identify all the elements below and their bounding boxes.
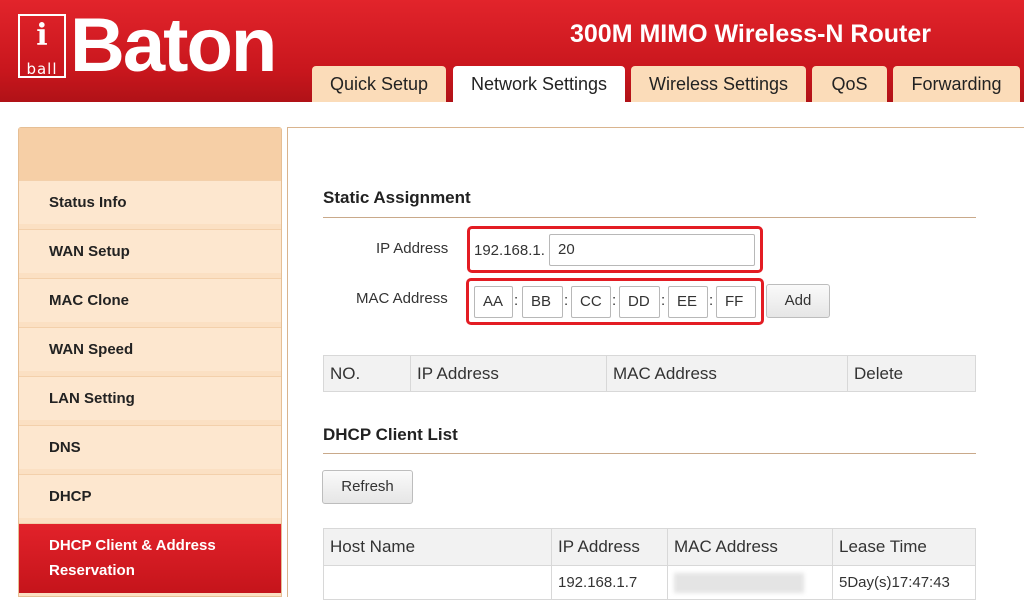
mac-octet-4-input[interactable]: DD — [619, 286, 660, 318]
logo-mark: i ball — [18, 14, 66, 78]
table-header-row: NO. IP Address MAC Address Delete — [323, 355, 976, 392]
column-header: NO. — [323, 355, 411, 392]
sidebar-item-dhcp[interactable]: DHCP — [19, 474, 281, 518]
ip-address-cell: 192.168.1.7 — [551, 565, 668, 600]
registered-mark: ® — [262, 34, 271, 46]
sidebar-header — [19, 128, 281, 180]
refresh-button[interactable]: Refresh — [322, 470, 413, 504]
lease-time-cell: 5Day(s)17:47:43 — [832, 565, 976, 600]
column-header: MAC Address — [667, 528, 833, 566]
table-header-row: Host Name IP Address MAC Address Lease T… — [323, 528, 976, 566]
ip-address-label: IP Address — [376, 240, 449, 257]
tab-qos[interactable]: QoS — [812, 66, 887, 102]
ip-prefix: 192.168.1. — [474, 242, 545, 259]
mac-octet-1-input[interactable]: AA — [474, 286, 513, 318]
section-divider — [323, 217, 976, 218]
mac-octet-2-input[interactable]: BB — [522, 286, 563, 318]
host-name-cell — [323, 565, 552, 600]
column-header: Delete — [847, 355, 976, 392]
sidebar-item-mac-clone[interactable]: MAC Clone — [19, 278, 281, 322]
dhcp-client-table: Host Name IP Address MAC Address Lease T… — [323, 528, 976, 600]
mac-separator: : — [612, 292, 617, 309]
mac-separator: : — [661, 292, 666, 309]
logo-i: i — [36, 18, 48, 53]
column-header: Lease Time — [832, 528, 976, 566]
section-divider — [323, 453, 976, 454]
ip-last-octet-input[interactable]: 20 — [549, 234, 755, 266]
tab-network-settings[interactable]: Network Settings — [453, 66, 625, 102]
sidebar-item-wan-setup[interactable]: WAN Setup — [19, 229, 281, 273]
mac-address-label: MAC Address — [356, 290, 448, 307]
logo-ball: ball — [26, 60, 58, 78]
tab-wireless-settings[interactable]: Wireless Settings — [631, 66, 806, 102]
mac-octet-5-input[interactable]: EE — [668, 286, 708, 318]
product-title: 300M MIMO Wireless-N Router — [570, 20, 931, 48]
sidebar-item-wan-speed[interactable]: WAN Speed — [19, 327, 281, 371]
tab-quick-setup[interactable]: Quick Setup — [312, 66, 446, 102]
column-header: IP Address — [410, 355, 607, 392]
sidebar-item-dns[interactable]: DNS — [19, 425, 281, 469]
column-header: Host Name — [323, 528, 552, 566]
sidebar-item-status-info[interactable]: Status Info — [19, 180, 281, 224]
add-button[interactable]: Add — [766, 284, 830, 318]
column-header: IP Address — [551, 528, 668, 566]
mac-octet-3-input[interactable]: CC — [571, 286, 611, 318]
sidebar-item-lan-setting[interactable]: LAN Setting — [19, 376, 281, 420]
dhcp-client-list-title: DHCP Client List — [323, 425, 458, 444]
mac-separator: : — [709, 292, 714, 309]
column-header: MAC Address — [606, 355, 848, 392]
mac-octet-6-input[interactable]: FF — [716, 286, 756, 318]
static-assignment-title: Static Assignment — [323, 188, 471, 207]
redacted-mac — [674, 572, 804, 593]
tab-forwarding[interactable]: Forwarding — [893, 66, 1020, 102]
sidebar-item-dhcp-client-reservation[interactable]: DHCP Client & Address Reservation — [19, 523, 281, 593]
reservation-table: NO. IP Address MAC Address Delete — [323, 355, 976, 392]
logo-wordmark: Baton — [70, 3, 277, 88]
mac-separator: : — [564, 292, 569, 309]
table-row: 192.168.1.7 5Day(s)17:47:43 — [323, 565, 976, 600]
mac-separator: : — [514, 292, 519, 309]
header-bar: i ball Baton ® 300M MIMO Wireless-N Rout… — [0, 0, 1024, 102]
mac-address-cell — [667, 565, 833, 600]
sidebar: Status Info WAN Setup MAC Clone WAN Spee… — [18, 127, 282, 597]
